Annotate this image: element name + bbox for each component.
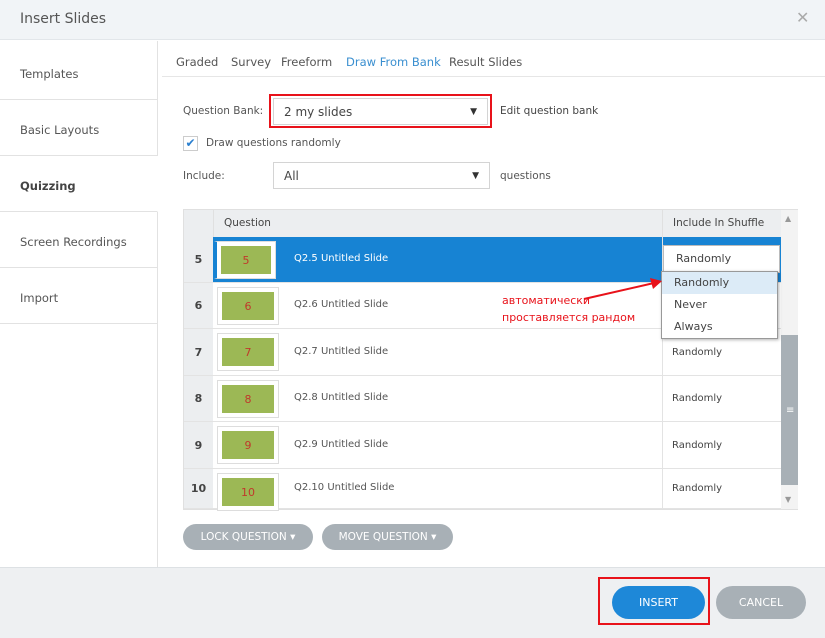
- sidebar-item-screen-recordings[interactable]: Screen Recordings: [0, 212, 158, 268]
- sidebar-item-basic-layouts[interactable]: Basic Layouts: [0, 100, 158, 156]
- row-number: 5: [184, 237, 213, 282]
- annotation-line-2: проставляется рандом: [502, 311, 636, 324]
- scroll-up-icon[interactable]: ▲: [785, 214, 791, 223]
- tab-freeform[interactable]: Freeform: [281, 55, 332, 69]
- slide-thumbnail: 7: [217, 333, 279, 371]
- caret-down-icon: ▼: [470, 106, 477, 117]
- annotation-arrow-icon: [583, 278, 662, 300]
- caret-down-icon: ▼: [472, 170, 479, 181]
- option-randomly[interactable]: Randomly: [662, 272, 777, 294]
- option-always[interactable]: Always: [662, 316, 777, 338]
- sidebar-item-quizzing[interactable]: Quizzing: [0, 156, 158, 212]
- question-bank-select[interactable]: 2 my slides ▼: [273, 98, 488, 125]
- draw-randomly-label: Draw questions randomly: [206, 137, 341, 149]
- question-name: Q2.6 Untitled Slide: [294, 299, 389, 310]
- edit-question-bank-link[interactable]: Edit question bank: [500, 105, 598, 117]
- thumbnail-label: 10: [222, 478, 274, 506]
- header-num: [184, 210, 213, 237]
- draw-randomly-checkbox[interactable]: ✔: [183, 136, 198, 151]
- question-bank-value: 2 my slides: [284, 104, 353, 119]
- slide-thumbnail: 6: [217, 287, 279, 325]
- row-number: 7: [184, 329, 213, 375]
- close-icon[interactable]: ✕: [796, 8, 809, 27]
- tab-divider: [162, 76, 825, 77]
- shuffle-value: Randomly: [672, 439, 723, 451]
- slide-thumbnail: 5: [214, 241, 276, 279]
- include-select[interactable]: All ▼: [273, 162, 490, 189]
- lock-question-button[interactable]: LOCK QUESTION ▾: [183, 524, 313, 550]
- tab-graded[interactable]: Graded: [176, 55, 218, 69]
- option-never[interactable]: Never: [662, 294, 777, 316]
- question-name: Q2.8 Untitled Slide: [294, 392, 389, 403]
- insert-button[interactable]: INSERT: [612, 586, 705, 619]
- shuffle-cell[interactable]: Randomly: [662, 469, 781, 508]
- shuffle-value: Randomly: [672, 393, 723, 404]
- slide-thumbnail: 10: [217, 473, 279, 511]
- title-bar: [0, 0, 825, 40]
- tab-result-slides[interactable]: Result Slides: [449, 55, 522, 69]
- table-row[interactable]: 9 9 Q2.9 Untitled Slide Randomly: [184, 422, 781, 469]
- table-row[interactable]: 8 8 Q2.8 Untitled Slide Randomly: [184, 376, 781, 422]
- question-name: Q2.10 Untitled Slide: [294, 482, 395, 493]
- include-value: All: [284, 168, 299, 183]
- shuffle-select[interactable]: Randomly: [663, 245, 780, 273]
- shuffle-value: Randomly: [672, 483, 723, 494]
- row-number: 6: [184, 283, 213, 328]
- header-shuffle: Include In Shuffle: [662, 210, 781, 237]
- shuffle-cell[interactable]: Randomly: [662, 422, 781, 468]
- question-bank-label: Question Bank:: [183, 105, 264, 117]
- thumbnail-label: 6: [222, 292, 274, 320]
- grip-icon: ≡: [786, 405, 795, 416]
- thumbnail-label: 5: [221, 246, 271, 274]
- row-number: 10: [184, 469, 213, 508]
- move-question-button[interactable]: MOVE QUESTION ▾: [322, 524, 453, 550]
- cancel-button[interactable]: CANCEL: [716, 586, 806, 619]
- shuffle-value: Randomly: [672, 346, 723, 358]
- question-name: Q2.5 Untitled Slide: [294, 253, 389, 264]
- shuffle-dropdown-menu: Randomly Never Always: [661, 271, 778, 339]
- thumbnail-label: 9: [222, 431, 274, 459]
- sidebar: Templates Basic Layouts Quizzing Screen …: [0, 41, 158, 567]
- include-label: Include:: [183, 170, 225, 182]
- question-name: Q2.9 Untitled Slide: [294, 438, 389, 450]
- shuffle-cell[interactable]: Randomly: [662, 376, 781, 421]
- tab-draw-from-bank[interactable]: Draw From Bank: [346, 55, 441, 69]
- row-number: 9: [184, 422, 213, 468]
- question-name: Q2.7 Untitled Slide: [294, 345, 389, 357]
- scroll-down-icon[interactable]: ▼: [785, 495, 791, 504]
- questions-table: Question Include In Shuffle 5 5 Q2.5 Unt…: [183, 209, 798, 511]
- thumbnail-label: 8: [222, 385, 274, 413]
- row-number: 8: [184, 376, 213, 421]
- thumbnail-label: 7: [222, 338, 274, 366]
- check-icon: ✔: [185, 136, 196, 150]
- slide-thumbnail: 8: [217, 380, 279, 418]
- header-question: Question: [213, 210, 662, 237]
- slide-thumbnail: 9: [217, 426, 279, 464]
- sidebar-item-import[interactable]: Import: [0, 268, 158, 324]
- dialog-title: Insert Slides: [20, 11, 107, 27]
- tab-survey[interactable]: Survey: [231, 55, 271, 69]
- questions-suffix: questions: [500, 170, 551, 182]
- table-row[interactable]: 10 10 Q2.10 Untitled Slide Randomly: [184, 469, 781, 511]
- sidebar-item-templates[interactable]: Templates: [0, 44, 158, 100]
